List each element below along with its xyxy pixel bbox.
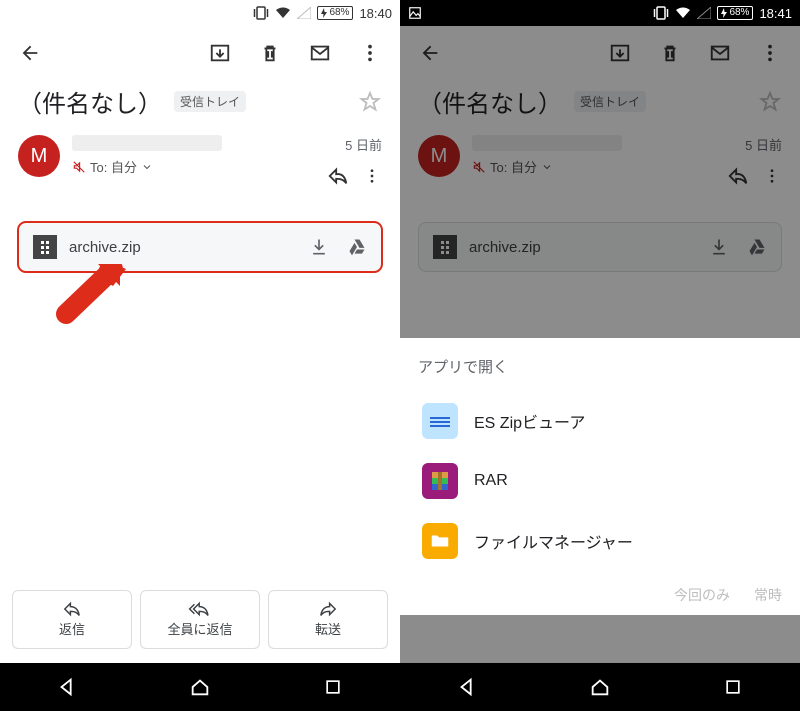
nav-home-icon[interactable] (576, 663, 624, 711)
vibrate-icon (253, 6, 269, 20)
inbox-chip[interactable]: 受信トレイ (174, 91, 246, 112)
avatar: M (418, 135, 460, 177)
phone-left: 68% 18:40 （件名なし） 受信トレイ M (0, 0, 400, 711)
subject-text: （件名なし） (418, 84, 562, 119)
screenshot-icon (408, 6, 422, 20)
status-bar: 68% 18:41 (400, 0, 800, 26)
mail-icon[interactable] (300, 33, 340, 73)
zip-file-icon (433, 235, 457, 259)
phone-right: 68% 18:41 （件名なし） 受信トレイ M (400, 0, 800, 711)
mail-icon (700, 33, 740, 73)
action-row: 返信 全員に返信 転送 (0, 590, 400, 663)
attachment-chip[interactable]: archive.zip (18, 222, 382, 272)
overflow-menu-icon[interactable] (350, 33, 390, 73)
app-option-file-manager[interactable]: ファイルマネージャー (418, 511, 782, 571)
rar-icon (422, 463, 458, 499)
sender-row: M To: 自分 5 日前 (0, 127, 400, 202)
nav-recent-icon[interactable] (709, 663, 757, 711)
chevron-down-icon (541, 161, 553, 173)
chevron-down-icon[interactable] (141, 161, 153, 173)
sender-name-redacted (472, 135, 622, 151)
subject-row: （件名なし） 受信トレイ (0, 80, 400, 127)
app-option-label: RAR (474, 472, 508, 490)
back-icon (410, 33, 450, 73)
clock: 18:40 (359, 6, 392, 21)
message-overflow-icon (762, 160, 782, 192)
app-option-label: ES Zipビューア (474, 409, 585, 433)
mute-icon (72, 160, 86, 174)
app-bar (400, 26, 800, 80)
avatar[interactable]: M (18, 135, 60, 177)
mute-icon (472, 160, 486, 174)
download-icon[interactable] (309, 237, 329, 257)
inbox-chip: 受信トレイ (574, 91, 646, 112)
forward-button[interactable]: 転送 (268, 590, 388, 649)
star-icon[interactable] (358, 90, 382, 114)
drive-icon (747, 237, 767, 257)
message-overflow-icon[interactable] (362, 160, 382, 192)
attachment-name: archive.zip (69, 239, 141, 256)
delete-icon (650, 33, 690, 73)
wifi-icon (675, 7, 691, 19)
delete-icon[interactable] (250, 33, 290, 73)
attachment-name: archive.zip (469, 239, 541, 256)
reply-button[interactable]: 返信 (12, 590, 132, 649)
message-date: 5 日前 (345, 135, 382, 154)
signal-icon (697, 7, 711, 19)
nav-bar (0, 663, 400, 711)
nav-home-icon[interactable] (176, 663, 224, 711)
annotation-arrow (48, 264, 128, 344)
always-button[interactable]: 常時 (754, 585, 782, 605)
just-once-button[interactable]: 今回のみ (674, 585, 730, 605)
es-zip-icon (422, 403, 458, 439)
attachment-chip: archive.zip (418, 222, 782, 272)
open-with-sheet: アプリで開く ES Zipビューア RAR ファイルマネージャー (400, 338, 800, 615)
app-option-es-zip[interactable]: ES Zipビューア (418, 391, 782, 451)
sender-name-redacted (72, 135, 222, 151)
sheet-title: アプリで開く (418, 356, 782, 377)
reply-icon[interactable] (322, 160, 354, 192)
message-date: 5 日前 (745, 135, 782, 154)
download-icon (709, 237, 729, 257)
reply-icon (722, 160, 754, 192)
wifi-icon (275, 7, 291, 19)
app-bar (0, 26, 400, 80)
drive-icon[interactable] (347, 237, 367, 257)
archive-icon[interactable] (200, 33, 240, 73)
reply-all-button[interactable]: 全員に返信 (140, 590, 260, 649)
vibrate-icon (653, 6, 669, 20)
app-option-label: ファイルマネージャー (474, 529, 633, 553)
zip-file-icon (33, 235, 57, 259)
nav-bar (400, 663, 800, 711)
battery-indicator: 68% (717, 6, 753, 20)
status-bar: 68% 18:40 (0, 0, 400, 26)
overflow-menu-icon (750, 33, 790, 73)
star-icon (758, 90, 782, 114)
archive-icon (600, 33, 640, 73)
to-label: To: 自分 (90, 157, 137, 176)
folder-icon (422, 523, 458, 559)
app-option-rar[interactable]: RAR (418, 451, 782, 511)
to-label: To: 自分 (490, 157, 537, 176)
subject-text: （件名なし） (18, 84, 162, 119)
back-icon[interactable] (10, 33, 50, 73)
clock: 18:41 (759, 6, 792, 21)
nav-back-icon[interactable] (443, 663, 491, 711)
signal-icon (297, 7, 311, 19)
nav-recent-icon[interactable] (309, 663, 357, 711)
nav-back-icon[interactable] (43, 663, 91, 711)
battery-indicator: 68% (317, 6, 353, 20)
